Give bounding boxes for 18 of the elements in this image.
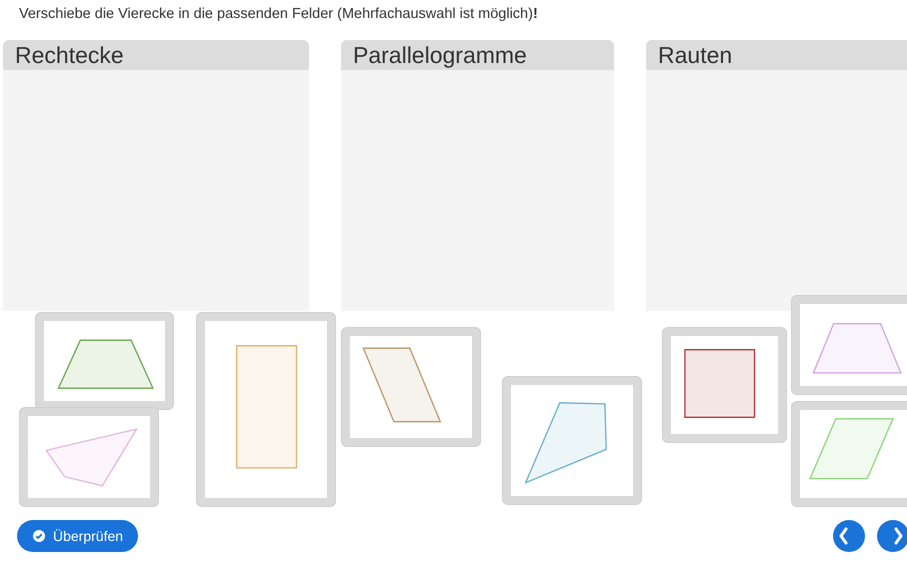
shape-card[interactable] xyxy=(792,296,907,394)
drop-zone-title: Rechtecke xyxy=(15,42,124,68)
drop-zone-title: Rauten xyxy=(658,42,732,68)
chevron-right-icon xyxy=(894,528,902,544)
drop-zone[interactable]: Parallelogramme xyxy=(341,40,614,311)
next-button[interactable] xyxy=(877,520,907,552)
instruction-text: Verschiebe die Vierecke in die passenden Felder (Mehrfachauswahl ist möglich)! xyxy=(19,6,538,22)
check-icon xyxy=(33,530,45,542)
shape-card[interactable] xyxy=(663,328,786,442)
chevron-left-icon xyxy=(840,528,848,544)
shape-card[interactable] xyxy=(342,328,480,446)
previous-button[interactable] xyxy=(833,520,865,552)
check-button[interactable]: Überprüfen xyxy=(17,520,138,552)
drop-zone[interactable]: Rauten xyxy=(646,40,907,311)
drop-zone[interactable]: Rechtecke xyxy=(3,40,309,311)
shape-card[interactable] xyxy=(36,313,173,409)
shape-card[interactable] xyxy=(792,402,907,506)
drop-zone-title: Parallelogramme xyxy=(353,42,527,68)
